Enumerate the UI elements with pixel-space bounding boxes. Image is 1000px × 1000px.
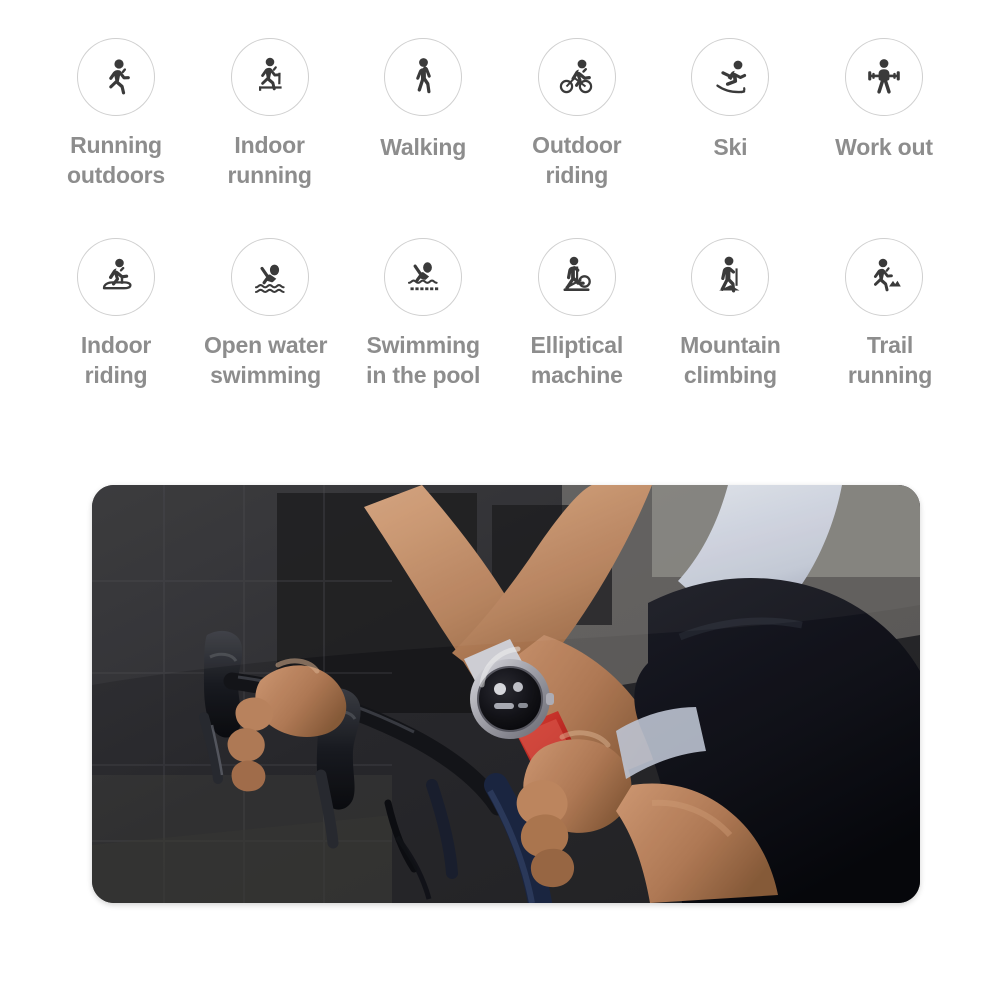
ski-icon: [691, 38, 770, 116]
walking-icon: [384, 38, 463, 116]
sport-mode-label: Mountain climbing: [680, 332, 781, 388]
work-out-icon: [844, 38, 923, 116]
sport-mode-indoor-running[interactable]: Indoor running: [194, 38, 346, 190]
sport-mode-elliptical-machine[interactable]: Elliptical machine: [501, 238, 653, 390]
sport-mode-label: Walking: [380, 134, 467, 160]
sport-modes-row-1: Running outdoors Indoor running Walking …: [40, 38, 960, 238]
sport-mode-label: Indoor riding: [80, 332, 152, 388]
indoor-running-icon: [230, 38, 309, 116]
sport-mode-label: Indoor running: [227, 132, 312, 188]
sport-mode-label: Trail running: [847, 332, 933, 388]
sport-modes-grid: Running outdoors Indoor running Walking …: [0, 0, 1000, 430]
open-water-swimming-icon: [230, 238, 309, 316]
sport-mode-label: Open water swimming: [203, 332, 328, 388]
sport-mode-indoor-riding[interactable]: Indoor riding: [40, 238, 192, 390]
sport-mode-label: Swimming in the pool: [366, 332, 481, 388]
product-feature-page: Running outdoors Indoor running Walking …: [0, 0, 1000, 1000]
sport-mode-label: Ski: [713, 134, 748, 160]
sport-mode-label: Outdoor riding: [532, 132, 622, 188]
sport-mode-label: Running outdoors: [66, 132, 166, 188]
trail-running-icon: [844, 238, 923, 316]
sport-mode-running-outdoors[interactable]: Running outdoors: [40, 38, 192, 190]
swimming-in-the-pool-icon: [384, 238, 463, 316]
sport-mode-outdoor-riding[interactable]: Outdoor riding: [501, 38, 653, 190]
indoor-riding-icon: [77, 238, 155, 316]
sport-mode-walking[interactable]: Walking: [347, 38, 499, 162]
running-outdoors-icon: [77, 38, 155, 116]
sport-modes-row-2: Indoor riding Open water swimming Swimmi…: [40, 238, 960, 438]
sport-mode-work-out[interactable]: Work out: [808, 38, 960, 162]
sport-mode-label: Elliptical machine: [530, 332, 624, 388]
mountain-climbing-icon: [691, 238, 770, 316]
sport-mode-swimming-in-the-pool[interactable]: Swimming in the pool: [347, 238, 499, 390]
sport-mode-label: Work out: [835, 134, 933, 160]
elliptical-machine-icon: [537, 238, 616, 316]
sport-mode-open-water-swimming[interactable]: Open water swimming: [194, 238, 346, 390]
cycling-lifestyle-photo: [92, 485, 920, 903]
sport-mode-mountain-climbing[interactable]: Mountain climbing: [654, 238, 806, 390]
outdoor-riding-icon: [537, 38, 616, 116]
sport-mode-ski[interactable]: Ski: [654, 38, 806, 162]
sport-mode-trail-running[interactable]: Trail running: [808, 238, 960, 390]
